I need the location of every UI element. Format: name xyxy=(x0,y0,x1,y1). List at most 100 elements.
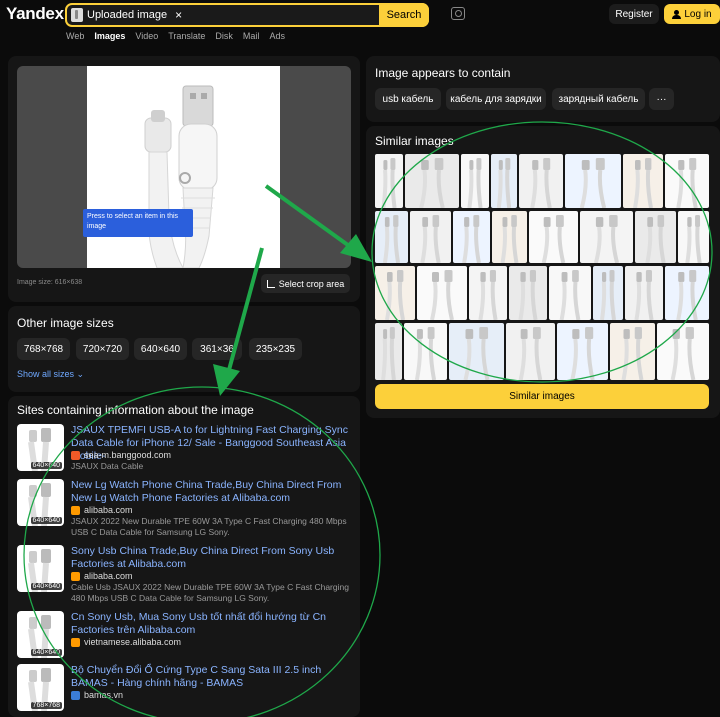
site-description: JSAUX Data Cable xyxy=(71,461,144,471)
similar-image-thumbnail[interactable] xyxy=(375,266,415,320)
site-thumbnail[interactable]: 640×640 xyxy=(17,479,64,526)
camera-icon[interactable] xyxy=(451,7,465,20)
similar-image-thumbnail[interactable] xyxy=(410,211,451,263)
cable-image-icon xyxy=(419,158,445,208)
similar-image-thumbnail[interactable] xyxy=(625,266,663,320)
similar-image-thumbnail[interactable] xyxy=(529,211,578,263)
cable-image-icon xyxy=(670,327,696,380)
site-thumbnail[interactable]: 768×768 xyxy=(17,664,64,711)
contains-title: Image appears to contain xyxy=(375,66,511,80)
select-item-tooltip: Press to select an item in this image xyxy=(83,209,193,237)
similar-image-thumbnail[interactable] xyxy=(509,266,547,320)
site-domain[interactable]: sea-m.banggood.com xyxy=(71,450,171,460)
more-tags-button[interactable]: ··· xyxy=(649,88,674,110)
similar-image-thumbnail[interactable] xyxy=(461,154,489,208)
size-chip-361[interactable]: 361×36 xyxy=(192,338,242,360)
login-button[interactable]: Log in xyxy=(664,4,720,24)
site-result[interactable]: 640×640 New Lg Watch Phone China Trade,B… xyxy=(17,479,357,541)
sites-title: Sites containing information about the i… xyxy=(17,403,254,417)
similar-image-thumbnail[interactable] xyxy=(565,154,621,208)
cable-image-icon xyxy=(579,158,607,208)
cable-image-icon xyxy=(518,270,538,320)
similar-image-thumbnail[interactable] xyxy=(593,266,623,320)
query-image xyxy=(87,66,280,268)
usb-cable-image xyxy=(144,85,218,268)
similar-image-thumbnail[interactable] xyxy=(404,323,447,380)
banggood-favicon-icon xyxy=(71,450,80,460)
site-result[interactable]: 768×768 Bộ Chuyển Đổi Ổ Cứng Type C Sang… xyxy=(17,664,357,711)
similar-image-thumbnail[interactable] xyxy=(506,323,555,380)
nav-images[interactable]: Images xyxy=(94,31,125,41)
similar-image-thumbnail[interactable] xyxy=(405,154,459,208)
close-icon[interactable]: × xyxy=(175,8,182,22)
site-result[interactable]: 640×640 Sony Usb China Trade,Buy China D… xyxy=(17,545,357,607)
resolution-badge: 640×640 xyxy=(30,462,62,469)
tag-chip-charging-cable[interactable]: кабель для зарядки xyxy=(446,88,546,110)
site-domain[interactable]: bamas.vn xyxy=(71,690,123,700)
nav-web[interactable]: Web xyxy=(66,31,84,41)
similar-image-thumbnail[interactable] xyxy=(492,211,527,263)
show-all-label: Show all sizes xyxy=(17,369,75,379)
select-crop-area-button[interactable]: Select crop area xyxy=(261,274,350,293)
site-result[interactable]: 640×640 JSAUX TPEMFI USB-A to for Lightn… xyxy=(17,424,357,474)
similar-images-grid xyxy=(375,154,709,380)
site-thumbnail[interactable]: 640×640 xyxy=(17,545,64,592)
nav-disk[interactable]: Disk xyxy=(215,31,233,41)
search-button[interactable]: Search xyxy=(379,3,429,27)
site-result[interactable]: 640×640 Cn Sony Usb, Mua Sony Usb tốt nh… xyxy=(17,611,357,659)
cable-image-icon xyxy=(478,270,498,320)
similar-image-thumbnail[interactable] xyxy=(549,266,591,320)
similar-image-thumbnail[interactable] xyxy=(665,266,709,320)
query-image-preview[interactable]: Press to select an item in this image xyxy=(17,66,351,268)
uploaded-image-chip[interactable]: Uploaded image × xyxy=(71,7,182,23)
similar-image-thumbnail[interactable] xyxy=(519,154,563,208)
resolution-badge: 768×768 xyxy=(30,702,62,709)
similar-image-thumbnail[interactable] xyxy=(610,323,655,380)
cable-image-icon xyxy=(430,270,454,320)
cable-image-icon xyxy=(385,270,405,320)
similar-image-thumbnail[interactable] xyxy=(580,211,633,263)
similar-images-button[interactable]: Similar images xyxy=(375,384,709,409)
similar-image-thumbnail[interactable] xyxy=(449,323,504,380)
nav-translate[interactable]: Translate xyxy=(168,31,205,41)
similar-image-thumbnail[interactable] xyxy=(623,154,663,208)
similar-title: Similar images xyxy=(375,134,454,148)
show-all-sizes-link[interactable]: Show all sizes ⌄ xyxy=(17,369,84,380)
similar-image-thumbnail[interactable] xyxy=(375,211,408,263)
other-sizes-title: Other image sizes xyxy=(17,316,114,330)
similar-image-thumbnail[interactable] xyxy=(665,154,709,208)
site-thumbnail[interactable]: 640×640 xyxy=(17,424,64,471)
similar-image-thumbnail[interactable] xyxy=(635,211,676,263)
similar-image-thumbnail[interactable] xyxy=(557,323,608,380)
site-title-link[interactable]: Bộ Chuyển Đổi Ổ Cứng Type C Sang Sata II… xyxy=(71,664,357,690)
similar-image-thumbnail[interactable] xyxy=(491,154,517,208)
nav-video[interactable]: Video xyxy=(135,31,158,41)
size-chip-640[interactable]: 640×640 xyxy=(134,338,187,360)
yandex-logo[interactable]: Yandex xyxy=(6,4,64,24)
similar-image-thumbnail[interactable] xyxy=(657,323,709,380)
nav-mail[interactable]: Mail xyxy=(243,31,260,41)
site-title-link[interactable]: New Lg Watch Phone China Trade,Buy China… xyxy=(71,479,357,505)
tag-chip-charger-cable[interactable]: зарядный кабель xyxy=(552,88,645,110)
site-title-link[interactable]: Sony Usb China Trade,Buy China Direct Fr… xyxy=(71,545,357,571)
similar-image-thumbnail[interactable] xyxy=(453,211,490,263)
similar-image-thumbnail[interactable] xyxy=(417,266,467,320)
tag-chip-usb-cable[interactable]: usb кабель xyxy=(375,88,441,110)
similar-image-thumbnail[interactable] xyxy=(678,211,709,263)
size-chip-235[interactable]: 235×235 xyxy=(249,338,302,360)
cable-image-icon xyxy=(559,270,581,320)
site-domain[interactable]: vietnamese.alibaba.com xyxy=(71,637,181,647)
site-domain[interactable]: alibaba.com xyxy=(71,505,133,515)
size-chip-768[interactable]: 768×768 xyxy=(17,338,70,360)
site-title-link[interactable]: Cn Sony Usb, Mua Sony Usb tốt nhất đổi h… xyxy=(71,611,357,637)
similar-image-thumbnail[interactable] xyxy=(375,323,402,380)
service-nav: Web Images Video Translate Disk Mail Ads xyxy=(66,31,285,41)
nav-ads[interactable]: Ads xyxy=(269,31,285,41)
site-thumbnail[interactable]: 640×640 xyxy=(17,611,64,658)
similar-image-thumbnail[interactable] xyxy=(375,154,403,208)
size-chip-720[interactable]: 720×720 xyxy=(76,338,129,360)
register-button[interactable]: Register xyxy=(609,4,659,24)
search-box[interactable]: Uploaded image × Search xyxy=(65,3,429,27)
site-domain[interactable]: alibaba.com xyxy=(71,571,133,581)
similar-image-thumbnail[interactable] xyxy=(469,266,507,320)
